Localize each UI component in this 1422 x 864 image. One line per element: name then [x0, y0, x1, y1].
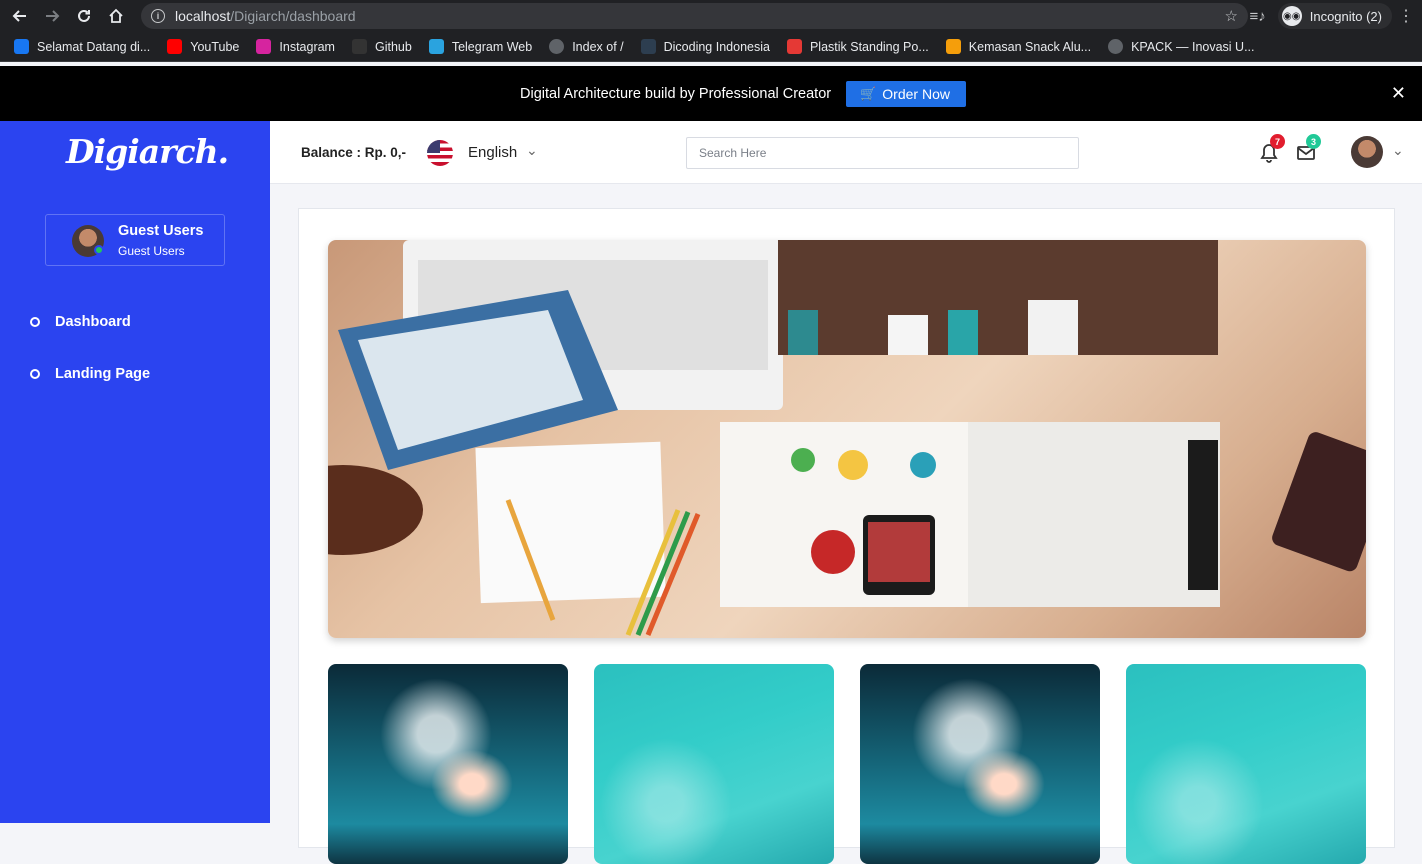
back-arrow-icon[interactable]: [8, 4, 32, 28]
bookmark-label: Github: [374, 39, 412, 54]
user-card[interactable]: Guest Users Guest Users: [45, 214, 225, 266]
globe-icon: [1108, 39, 1124, 54]
bookmark-item[interactable]: Instagram: [256, 39, 335, 54]
notification-badge: 7: [1270, 134, 1285, 149]
github-icon: [351, 39, 367, 54]
promo-text: Digital Architecture build by Profession…: [520, 85, 832, 102]
home-icon[interactable]: [104, 4, 128, 28]
plastik-icon: [786, 39, 802, 54]
incognito-profile-button[interactable]: ◉◉ Incognito (2): [1277, 3, 1392, 29]
bookmark-label: KPACK — Inovasi U...: [1131, 39, 1255, 54]
youtube-icon: [167, 39, 183, 54]
user-name: Guest Users: [118, 223, 204, 239]
bookmark-label: Telegram Web: [451, 39, 533, 54]
dicoding-icon: [640, 39, 656, 54]
bookmark-item[interactable]: Dicoding Indonesia: [640, 39, 770, 54]
bookmark-label: Dicoding Indonesia: [663, 39, 770, 54]
circle-icon: [30, 317, 40, 327]
browser-toolbar: i localhost/Digiarch/dashboard ☆ ≡♪ ◉◉ I…: [0, 0, 1422, 32]
chevron-down-icon[interactable]: ⌄: [1392, 142, 1404, 159]
media-control-icon[interactable]: ≡♪: [1249, 8, 1265, 25]
desk-illustration: [328, 240, 1366, 636]
bookmark-label: YouTube: [190, 39, 240, 54]
sidebar-item-label: Dashboard: [55, 314, 131, 330]
bookmark-item[interactable]: Selamat Datang di...: [14, 39, 150, 54]
dashboard-content: [298, 208, 1395, 864]
online-status-indicator: [94, 245, 104, 255]
circle-icon: [30, 369, 40, 379]
sidebar-item-label: Landing Page: [55, 366, 151, 382]
telegram-icon: [428, 39, 444, 54]
incognito-label: Incognito (2): [1309, 8, 1382, 24]
url-text: localhost/Digiarch/dashboard: [175, 8, 356, 24]
fireworks-thumbnail[interactable]: [328, 664, 568, 864]
bookmark-label: Selamat Datang di...: [37, 39, 151, 54]
browser-menu-icon[interactable]: ⋮: [1398, 6, 1414, 26]
promo-banner: Digital Architecture build by Profession…: [0, 66, 1422, 121]
us-flag-icon[interactable]: [427, 140, 453, 166]
sidebar-item-landing-page[interactable]: Landing Page: [30, 366, 150, 382]
instagram-icon: [256, 39, 272, 54]
facebook-icon: [14, 39, 29, 54]
user-role: Guest Users: [118, 244, 185, 258]
bookmark-star-icon[interactable]: ☆: [1225, 7, 1238, 25]
incognito-icon: ◉◉: [1281, 6, 1302, 26]
site-info-icon[interactable]: i: [151, 9, 165, 23]
sea-thumbnail[interactable]: [1126, 664, 1366, 864]
address-bar[interactable]: i localhost/Digiarch/dashboard ☆: [141, 3, 1248, 29]
bookmark-label: Index of /: [572, 39, 624, 54]
order-now-label: Order Now: [882, 85, 950, 102]
forward-arrow-icon[interactable]: [40, 4, 64, 28]
search-input[interactable]: [686, 137, 1079, 169]
sea-thumbnail[interactable]: [594, 664, 834, 864]
bookmark-item[interactable]: Telegram Web: [428, 39, 533, 54]
bookmark-item[interactable]: Github: [351, 39, 412, 54]
order-now-button[interactable]: 🛒 Order Now: [846, 80, 966, 107]
bookmark-item[interactable]: KPACK — Inovasi U...: [1108, 39, 1255, 54]
language-selector[interactable]: English: [468, 144, 517, 161]
cart-icon: 🛒: [860, 85, 877, 101]
bookmark-label: Instagram: [279, 39, 335, 54]
bookmark-item[interactable]: Index of /: [549, 39, 624, 54]
chevron-down-icon[interactable]: ⌄: [526, 142, 538, 159]
sidebar: Digiarch. Guest Users Guest Users Dashbo…: [0, 121, 270, 823]
fireworks-thumbnail[interactable]: [860, 664, 1100, 864]
bookmark-item[interactable]: Kemasan Snack Alu...: [945, 39, 1092, 54]
close-icon[interactable]: ✕: [1391, 83, 1406, 104]
avatar[interactable]: [1351, 136, 1383, 168]
balance: Balance : Rp. 0,-: [301, 145, 407, 160]
header: Balance : Rp. 0,- English ⌄ 7 3 ⌄: [270, 121, 1422, 184]
bookmark-label: Plastik Standing Po...: [809, 39, 929, 54]
reload-icon[interactable]: [72, 4, 96, 28]
bookmark-item[interactable]: Plastik Standing Po...: [786, 39, 929, 54]
bookmark-label: Kemasan Snack Alu...: [968, 39, 1092, 54]
hero-image: [328, 240, 1366, 638]
globe-icon: [549, 39, 565, 54]
bookmarks-bar: Selamat Datang di... YouTube Instagram Gith…: [0, 32, 1422, 62]
logo[interactable]: Digiarch.: [66, 132, 229, 171]
bookmark-item[interactable]: YouTube: [167, 39, 239, 54]
kemasan-icon: [945, 39, 961, 54]
sidebar-item-dashboard[interactable]: Dashboard: [30, 314, 131, 330]
message-badge: 3: [1306, 134, 1321, 149]
